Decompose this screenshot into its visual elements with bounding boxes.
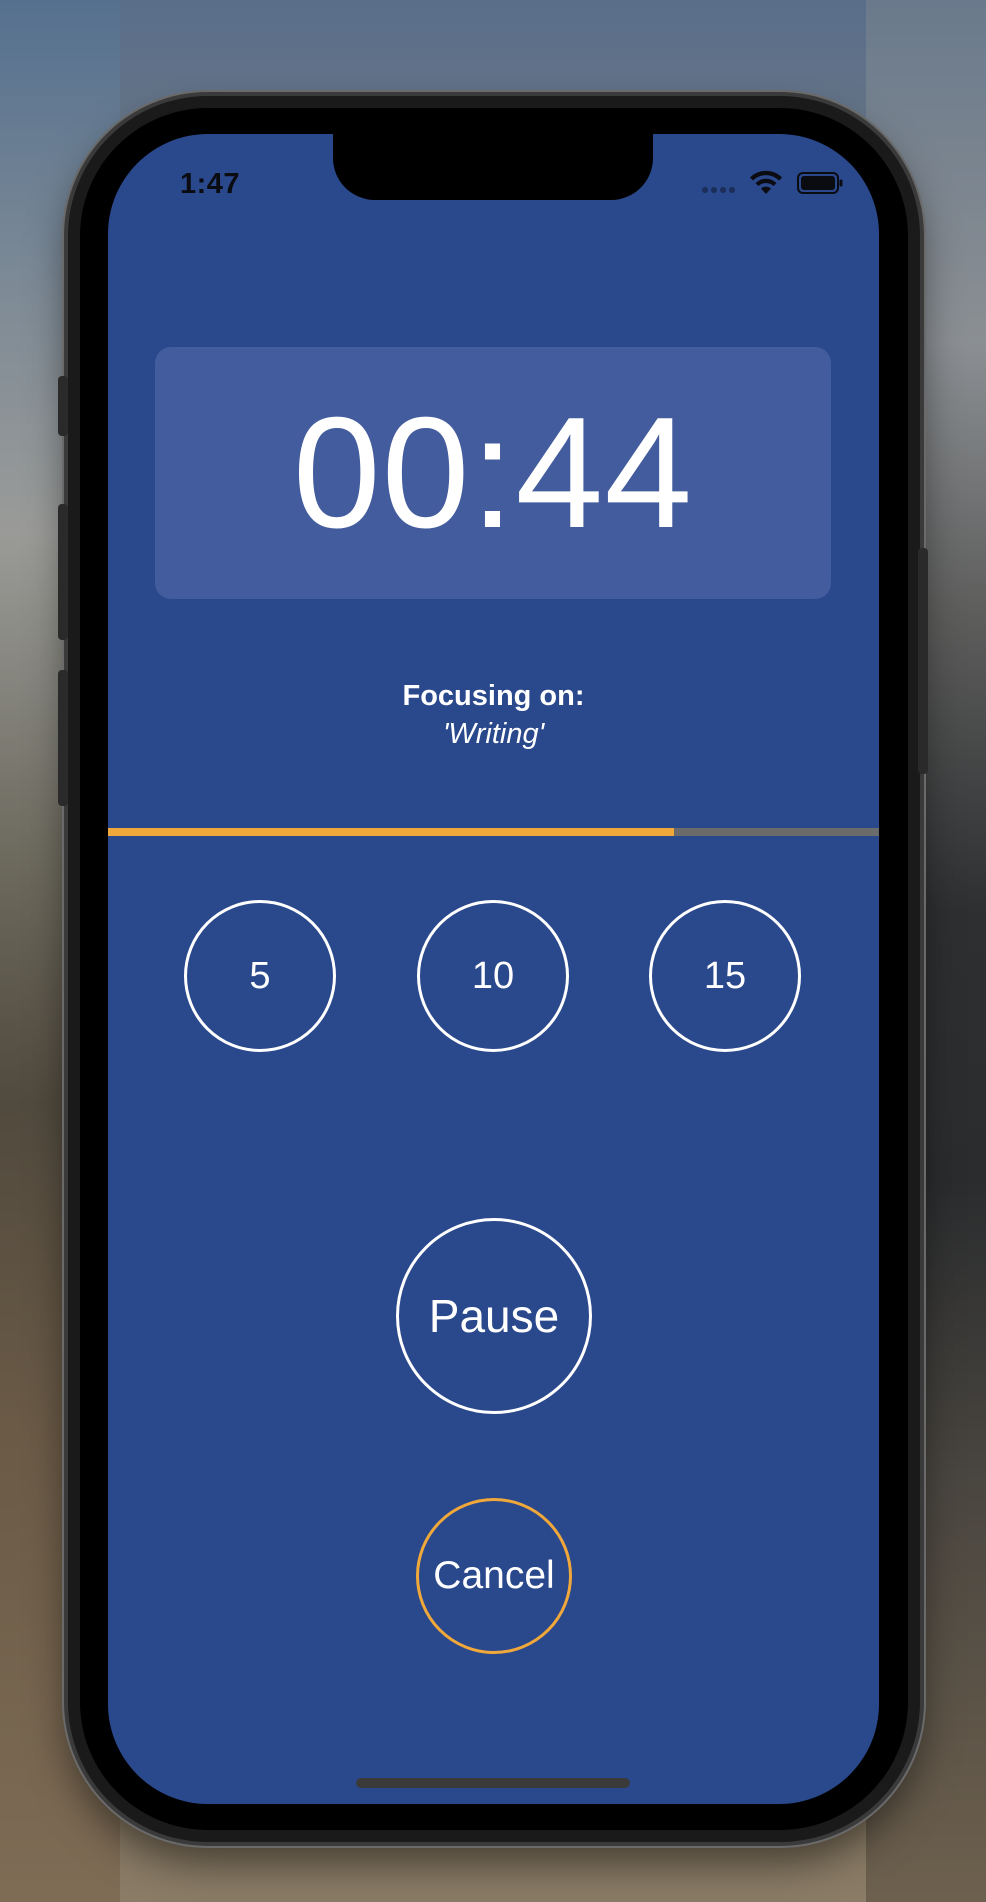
preset-5-button[interactable]: 5: [184, 900, 336, 1052]
timer-panel: 00:44: [155, 347, 831, 599]
home-indicator: [356, 1778, 630, 1788]
power-button: [918, 548, 928, 774]
progress-bar: [108, 828, 879, 836]
wifi-icon: [750, 170, 782, 194]
preset-10-button[interactable]: 10: [417, 900, 569, 1052]
status-bar-icons: [702, 170, 843, 196]
progress-bar-fill: [108, 828, 674, 836]
app-screen: 1:47 00:44 Focusing on: 'Writing' 5 10 1…: [108, 134, 879, 1804]
focus-task: 'Writing': [442, 718, 545, 750]
status-bar-time: 1:47: [180, 168, 241, 200]
silent-switch: [58, 376, 68, 436]
preset-15-button[interactable]: 15: [649, 900, 801, 1052]
battery-icon: [797, 172, 843, 194]
pause-button[interactable]: Pause: [396, 1218, 592, 1414]
cancel-button[interactable]: Cancel: [416, 1498, 572, 1654]
cellular-signal-icon: [702, 187, 735, 193]
volume-up-button: [58, 504, 68, 640]
focus-label: Focusing on:: [402, 680, 585, 712]
camera-notch: [333, 134, 653, 200]
volume-down-button: [58, 670, 68, 806]
timer-display: 00:44: [292, 385, 694, 561]
